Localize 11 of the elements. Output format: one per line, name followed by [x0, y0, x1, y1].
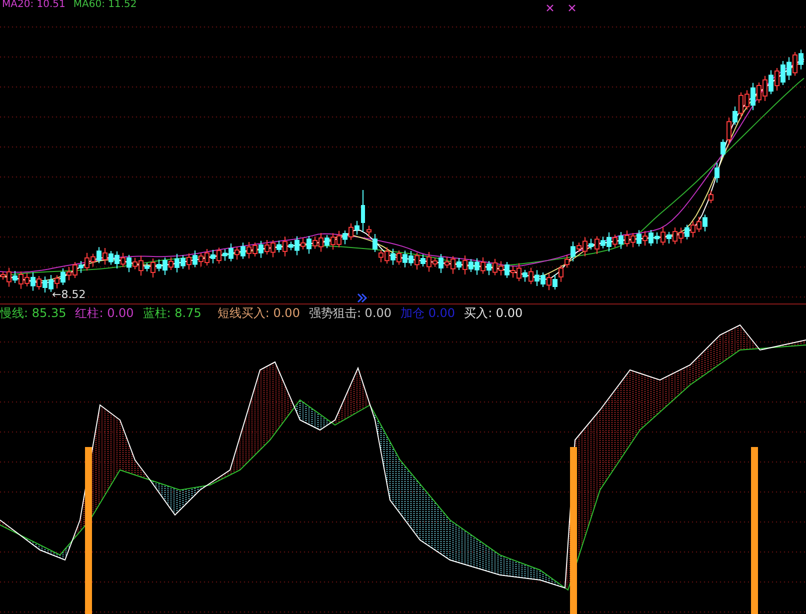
indicator-reading: 慢线: 85.35	[0, 305, 66, 322]
indicator-reading: 蓝柱: 8.75	[142, 305, 202, 322]
low-price-label: ←8.52	[52, 288, 86, 301]
indicator-reading: 加仓 0.00	[400, 305, 456, 322]
indicator-reading: 买入: 0.00	[464, 305, 523, 322]
indicator-reading: 红柱: 0.00	[75, 305, 134, 322]
indicator-reading: 强势狙击: 0.00	[308, 305, 392, 322]
indicator-reading: 短线买入: 0.00	[217, 305, 300, 322]
double-chevron-icon	[357, 293, 368, 303]
cross-icon	[546, 4, 554, 12]
cross-icon	[568, 4, 576, 12]
